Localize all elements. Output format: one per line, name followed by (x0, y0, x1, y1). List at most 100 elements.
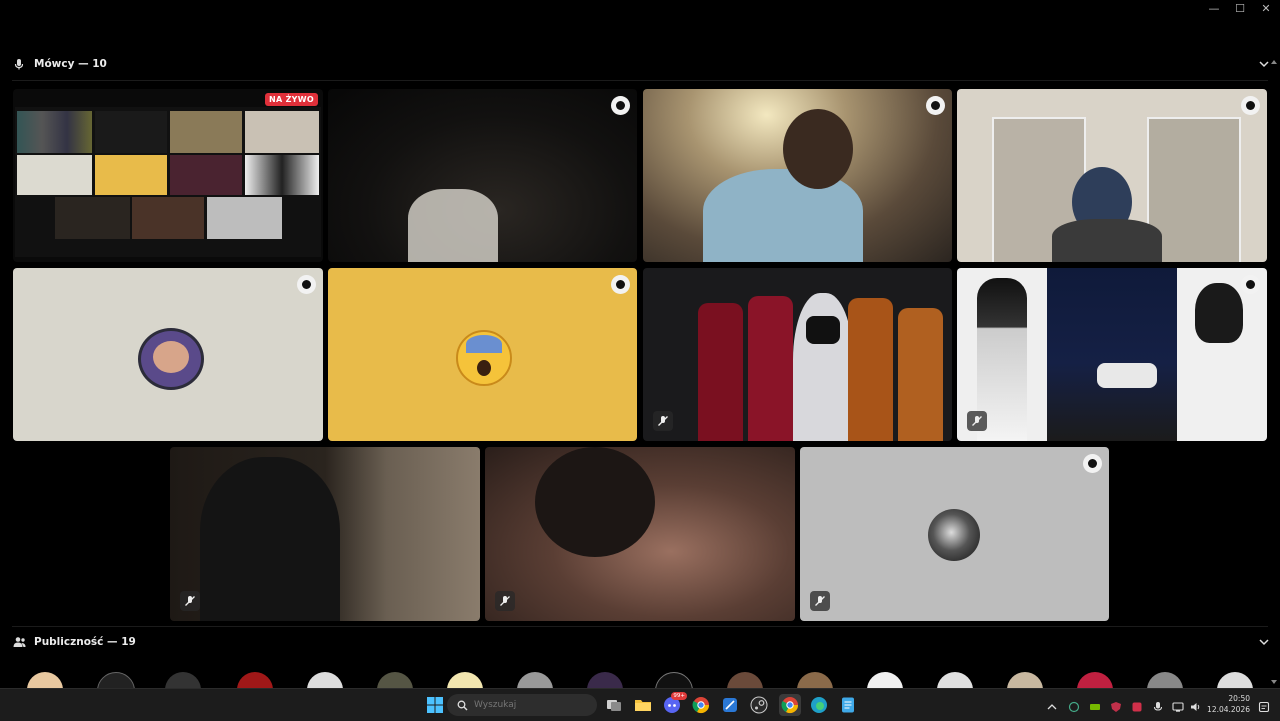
clock-time: 20:50 (1228, 694, 1250, 703)
windows-start-icon[interactable] (426, 696, 444, 714)
pin-icon[interactable] (611, 275, 630, 294)
avatar[interactable] (1147, 672, 1183, 688)
microphone-icon[interactable] (1152, 698, 1164, 711)
task-view-icon[interactable] (605, 696, 623, 714)
notification-badge: 99+ (671, 692, 687, 700)
taskbar-search[interactable] (447, 694, 597, 716)
tray-app-icon[interactable] (1131, 698, 1143, 712)
network-icon[interactable] (1172, 698, 1184, 712)
file-explorer-icon[interactable] (634, 696, 652, 714)
avatar[interactable] (307, 672, 343, 688)
participant-video-shape (1195, 283, 1243, 343)
muted-mic-icon (180, 591, 200, 611)
people-icon (12, 635, 26, 649)
muted-mic-icon (495, 591, 515, 611)
participant-video-shape (1052, 219, 1162, 262)
search-input[interactable] (474, 700, 584, 710)
participant-video-shape (1047, 268, 1177, 441)
pin-icon[interactable] (926, 96, 945, 115)
avatar (456, 330, 512, 386)
participant-video-shape (1097, 363, 1157, 388)
maximize-button[interactable]: ☐ (1232, 2, 1248, 16)
notepad-icon[interactable] (839, 696, 857, 714)
speakers-title: Mówcy — 10 (34, 58, 107, 70)
participant-tile-9[interactable] (485, 447, 795, 621)
avatar[interactable] (447, 672, 483, 688)
pin-icon[interactable] (1083, 454, 1102, 473)
pin-icon[interactable] (1241, 96, 1260, 115)
avatar[interactable] (797, 672, 833, 688)
system-clock[interactable]: 20:50 12.04.2026 (1207, 693, 1250, 715)
audience-title: Publiczność — 19 (34, 636, 136, 648)
notifications-icon[interactable] (1258, 698, 1270, 713)
steam-icon[interactable] (750, 696, 768, 714)
microphone-icon (12, 57, 26, 71)
participant-tile-1[interactable] (328, 89, 637, 262)
minimize-button[interactable]: — (1206, 2, 1222, 16)
participant-tile-5[interactable] (328, 268, 637, 441)
avatar[interactable] (97, 672, 135, 688)
participant-video-shape (703, 169, 863, 262)
audience-list (0, 672, 1280, 688)
participant-tile-4[interactable] (13, 268, 323, 441)
volume-icon[interactable] (1190, 698, 1202, 711)
clock-date: 12.04.2026 (1207, 705, 1250, 714)
audience-divider (12, 626, 1268, 627)
snipping-tool-icon[interactable] (721, 696, 739, 714)
speakers-header[interactable]: Mówcy — 10 (12, 53, 1272, 75)
participant-video-shape (848, 298, 893, 441)
discord-icon[interactable]: 99+ (663, 692, 687, 714)
participant-video-shape (698, 303, 743, 441)
avatar[interactable] (867, 672, 903, 688)
screen-share-tile[interactable]: NA ŻYWO (13, 89, 323, 262)
avatar[interactable] (517, 672, 553, 688)
nvidia-icon[interactable] (1089, 698, 1101, 710)
avatar[interactable] (377, 672, 413, 688)
participant-video-shape (748, 296, 793, 441)
live-badge: NA ŻYWO (265, 93, 318, 106)
avatar (928, 509, 980, 561)
avatar[interactable] (937, 672, 973, 688)
participant-tile-6[interactable] (643, 268, 952, 441)
avatar[interactable] (27, 672, 63, 688)
close-button[interactable]: ✕ (1258, 2, 1274, 16)
speakers-divider (12, 80, 1268, 81)
avatar[interactable] (1217, 672, 1253, 688)
taskbar: 99+ 20:50 12.04.2026 (0, 688, 1280, 721)
participant-tile-2[interactable] (643, 89, 952, 262)
avatar (138, 328, 204, 390)
scrollbar[interactable] (1270, 58, 1278, 686)
chrome-icon[interactable] (692, 696, 710, 714)
pin-icon[interactable] (297, 275, 316, 294)
participant-tile-3[interactable] (957, 89, 1267, 262)
window-controls: — ☐ ✕ (1206, 2, 1274, 16)
avatar[interactable] (655, 672, 693, 688)
avatar[interactable] (587, 672, 623, 688)
muted-mic-icon (967, 411, 987, 431)
avatar[interactable] (727, 672, 763, 688)
pin-icon[interactable] (1241, 275, 1260, 294)
participant-tile-8[interactable] (170, 447, 480, 621)
chevron-down-icon[interactable] (1256, 634, 1272, 650)
participant-video-shape (535, 447, 655, 557)
avatar[interactable] (1007, 672, 1043, 688)
participant-tile-7[interactable] (957, 268, 1267, 441)
avatar[interactable] (165, 672, 201, 688)
chrome-active-icon[interactable] (779, 694, 801, 716)
participant-tile-10[interactable] (800, 447, 1109, 621)
chevron-up-icon[interactable] (1046, 698, 1058, 710)
participant-video-shape (806, 316, 840, 344)
tray-app-icon[interactable] (1068, 698, 1080, 713)
avatar[interactable] (237, 672, 273, 688)
participant-video-shape (200, 457, 340, 621)
avatar[interactable] (1077, 672, 1113, 688)
edge-icon[interactable] (810, 696, 828, 714)
pin-icon[interactable] (611, 96, 630, 115)
participant-video-shape (408, 189, 498, 262)
muted-mic-icon (810, 591, 830, 611)
security-icon[interactable] (1110, 698, 1122, 712)
audience-header[interactable]: Publiczność — 19 (12, 631, 1272, 653)
screen-share-preview (15, 107, 321, 257)
participant-video-shape (898, 308, 943, 441)
search-icon (457, 700, 468, 711)
